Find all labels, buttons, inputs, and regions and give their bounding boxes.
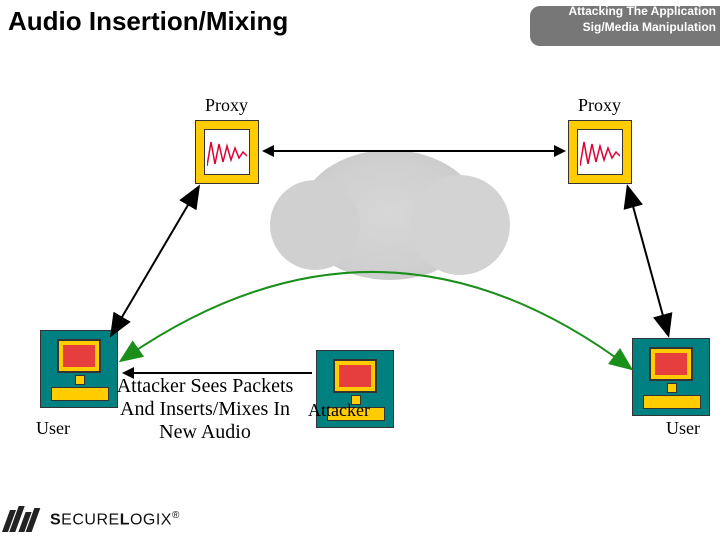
securelogix-logo: SECURELOGIX®	[6, 506, 180, 534]
proxy-right-icon	[568, 120, 632, 184]
attacker-label: Attacker	[308, 400, 370, 421]
user-left-label: User	[36, 418, 70, 439]
user-right-icon	[632, 338, 710, 416]
topic-badge: Attacking The Application Sig/Media Mani…	[520, 0, 720, 50]
proxy-right-label: Proxy	[578, 95, 621, 116]
badge-line2: Sig/Media Manipulation	[583, 20, 716, 34]
proxy-left-icon	[195, 120, 259, 184]
user-right-label: User	[666, 418, 700, 439]
arrow-attacker-to-user	[124, 372, 312, 374]
slide: Audio Insertion/Mixing Attacking The App…	[0, 0, 720, 540]
arrow-proxy-to-proxy	[264, 150, 564, 152]
attacker-description: Attacker Sees Packets And Inserts/Mixes …	[110, 375, 300, 444]
logo-mark-icon	[6, 506, 44, 534]
badge-line1: Attacking The Application	[568, 4, 716, 18]
proxy-left-label: Proxy	[205, 95, 248, 116]
logo-text: SECURELOGIX®	[50, 510, 180, 529]
network-cloud-icon	[300, 150, 480, 280]
user-left-icon	[40, 330, 118, 408]
slide-title: Audio Insertion/Mixing	[8, 6, 288, 37]
